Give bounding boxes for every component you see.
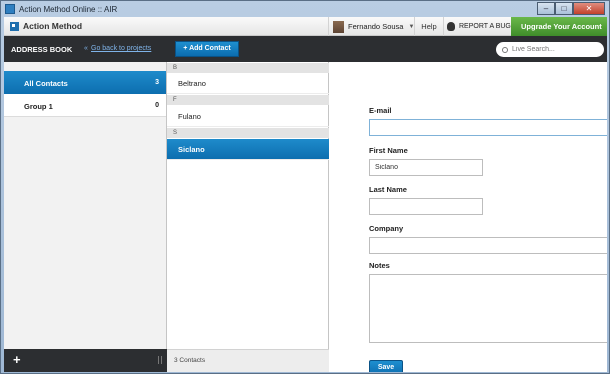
save-button[interactable]: Save	[369, 360, 403, 372]
app-content: Action Method Fernando Sousa ▼ Help REPO…	[4, 17, 607, 372]
groups-sidebar: All Contacts 3 Group 1 0 +	[4, 62, 167, 372]
minimize-button[interactable]: –	[537, 2, 555, 15]
sidebar-item-label: Group 1	[24, 102, 53, 111]
bug-icon	[447, 22, 455, 31]
last-name-field[interactable]	[369, 198, 483, 215]
group-header: S	[167, 128, 329, 138]
top-bar: Action Method Fernando Sousa ▼ Help REPO…	[4, 17, 607, 50]
first-name-label: First Name	[369, 146, 408, 155]
resize-handle[interactable]	[158, 356, 162, 364]
avatar	[333, 20, 344, 33]
company-field[interactable]	[369, 237, 607, 254]
logo-icon	[10, 21, 19, 31]
last-name-label: Last Name	[369, 185, 407, 194]
app-window: Action Method Online :: AIR – □ ✕ Action…	[0, 0, 610, 374]
upgrade-button[interactable]: Upgrade Your Account ›	[511, 17, 607, 50]
app-icon	[5, 4, 15, 14]
user-menu[interactable]: Fernando Sousa ▼	[328, 17, 420, 36]
list-item[interactable]: Siclano	[167, 139, 329, 160]
back-arrow-icon: «	[84, 45, 88, 52]
maximize-button[interactable]: □	[555, 2, 573, 15]
sidebar-item-count: 0	[155, 102, 159, 109]
list-item[interactable]: Fulano	[167, 106, 329, 127]
contact-count: 3 Contacts	[167, 349, 329, 372]
section-title: ADDRESS BOOK	[11, 45, 73, 54]
report-bug-label: REPORT A BUG	[459, 23, 511, 30]
company-label: Company	[369, 224, 404, 233]
group-header: F	[167, 95, 329, 105]
contact-list: B Beltrano F Fulano S Siclano 3 Contacts	[167, 62, 329, 372]
search-icon	[502, 46, 508, 53]
search-box[interactable]	[496, 42, 604, 57]
add-contact-button[interactable]: + Add Contact	[175, 41, 239, 57]
add-group-button[interactable]: +	[13, 352, 21, 367]
sidebar-item-group-1[interactable]: Group 1 0	[4, 94, 166, 117]
brand[interactable]: Action Method	[10, 21, 82, 31]
list-item[interactable]: Beltrano	[167, 73, 329, 94]
group-header: B	[167, 63, 329, 73]
user-name: Fernando Sousa	[348, 22, 404, 31]
upgrade-label: Upgrade Your Account	[521, 22, 602, 31]
title-bar[interactable]: Action Method Online :: AIR – □ ✕	[1, 1, 609, 17]
close-button[interactable]: ✕	[573, 2, 605, 15]
window-controls: – □ ✕	[537, 2, 605, 15]
first-name-field[interactable]	[369, 159, 483, 176]
report-bug-link[interactable]: REPORT A BUG	[447, 17, 511, 36]
go-back-link[interactable]: Go back to projects	[91, 45, 151, 52]
window-title: Action Method Online :: AIR	[19, 4, 118, 14]
address-book-toolbar: ADDRESS BOOK « Go back to projects + Add…	[4, 36, 607, 62]
sidebar-item-label: All Contacts	[24, 79, 68, 88]
contact-form: E-mail First Name Last Name Company Note…	[330, 62, 607, 372]
brand-name: Action Method	[23, 21, 83, 31]
sidebar-item-count: 3	[155, 79, 159, 86]
email-label: E-mail	[369, 106, 392, 115]
notes-label: Notes	[369, 261, 390, 270]
notes-field[interactable]	[369, 274, 607, 343]
help-link[interactable]: Help	[414, 17, 444, 36]
sidebar-footer: +	[4, 349, 167, 372]
email-field[interactable]	[369, 119, 607, 136]
sidebar-item-all-contacts[interactable]: All Contacts 3	[4, 71, 166, 94]
search-input[interactable]	[512, 46, 592, 53]
